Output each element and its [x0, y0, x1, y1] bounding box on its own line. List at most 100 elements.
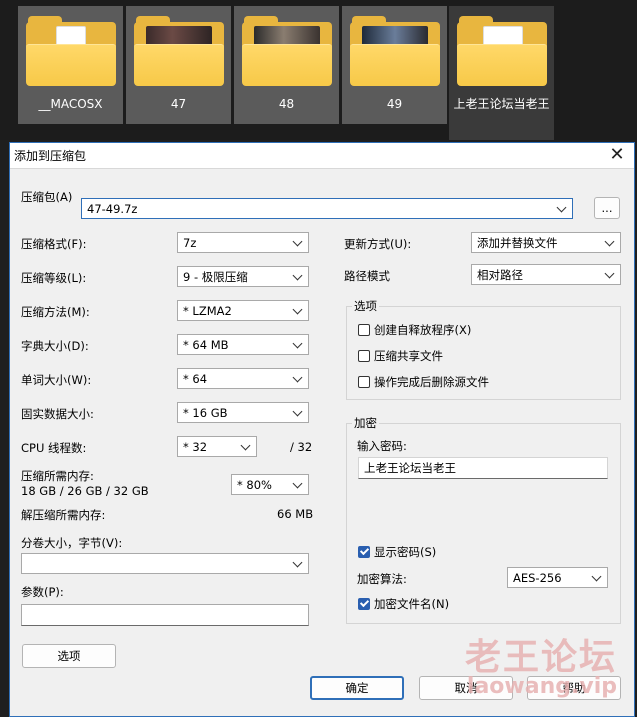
- folder-with-image-icon: [456, 16, 547, 88]
- archive-name-value: 47-49.7z: [87, 201, 138, 216]
- folder-label: 上老王论坛当老王: [453, 97, 550, 111]
- params-input[interactable]: [21, 604, 309, 626]
- checkbox-icon: [358, 324, 370, 336]
- file-explorer-view: __MACOSX 47 48 49 上老王论坛当老王: [0, 0, 637, 140]
- threads-label: CPU 线程数:: [21, 441, 87, 455]
- level-label: 压缩等级(L):: [21, 271, 87, 285]
- delete-label: 操作完成后删除源文件: [374, 375, 489, 389]
- enc-names-label: 加密文件名(N): [374, 597, 450, 611]
- volume-label: 分卷大小，字节(V):: [21, 536, 123, 550]
- chevron-down-icon: [592, 571, 602, 583]
- chevron-down-icon: [557, 202, 567, 214]
- folder-49[interactable]: 49: [342, 6, 447, 124]
- folder-macosx[interactable]: __MACOSX: [18, 6, 123, 124]
- folder-label: 48: [278, 97, 295, 111]
- method-label: 压缩方法(M):: [21, 305, 90, 319]
- update-select[interactable]: 添加并替换文件: [471, 232, 621, 253]
- enc-names-checkbox[interactable]: 加密文件名(N): [358, 596, 449, 612]
- chevron-down-icon: [293, 478, 303, 490]
- chevron-down-icon: [293, 372, 303, 384]
- path-select[interactable]: 相对路径: [471, 264, 621, 285]
- word-select[interactable]: * 64: [177, 368, 309, 389]
- show-password-checkbox[interactable]: 显示密码(S): [358, 544, 436, 560]
- solid-select[interactable]: * 16 GB: [177, 402, 309, 423]
- archive-label: 压缩包(A): [21, 190, 73, 204]
- dict-value: * 64 MB: [183, 337, 229, 352]
- archive-name-combo[interactable]: 47-49.7z: [81, 198, 573, 219]
- chevron-down-icon: [293, 338, 303, 350]
- mem-percent-value: * 80%: [237, 477, 272, 492]
- decomp-label: 解压缩所需内存:: [21, 508, 106, 522]
- method-value: * LZMA2: [183, 303, 232, 318]
- mem-detail: 18 GB / 26 GB / 32 GB: [21, 484, 149, 498]
- chevron-down-icon: [293, 304, 303, 316]
- sfx-checkbox[interactable]: 创建自释放程序(X): [358, 322, 471, 338]
- word-label: 单词大小(W):: [21, 373, 92, 387]
- enc-method-value: AES-256: [513, 570, 562, 585]
- dialog-titlebar[interactable]: 添加到压缩包: [10, 143, 634, 169]
- path-label: 路径模式: [344, 269, 390, 283]
- chevron-down-icon: [241, 440, 251, 452]
- close-icon[interactable]: ✕: [608, 146, 626, 164]
- dict-select[interactable]: * 64 MB: [177, 334, 309, 355]
- checkbox-icon: [358, 598, 370, 610]
- password-input[interactable]: 上老王论坛当老王: [358, 457, 608, 479]
- chevron-down-icon: [293, 406, 303, 418]
- shared-label: 压缩共享文件: [374, 349, 443, 363]
- folder-with-photos-icon: [241, 16, 332, 88]
- chevron-down-icon: [293, 236, 303, 248]
- params-label: 参数(P):: [21, 585, 64, 599]
- format-label: 压缩格式(F):: [21, 237, 87, 251]
- folder-47[interactable]: 47: [126, 6, 231, 124]
- update-value: 添加并替换文件: [477, 235, 558, 250]
- solid-value: * 16 GB: [183, 405, 228, 420]
- format-value: 7z: [183, 235, 197, 250]
- dict-label: 字典大小(D):: [21, 339, 89, 353]
- threads-select[interactable]: * 32: [177, 436, 257, 457]
- watermark-url: laowang.vip: [466, 674, 617, 699]
- decomp-value: 66 MB: [277, 507, 314, 521]
- watermark: 老王论坛 laowang.vip: [465, 628, 617, 699]
- chevron-down-icon: [605, 268, 615, 280]
- options-button[interactable]: 选项: [22, 644, 116, 668]
- method-select[interactable]: * LZMA2: [177, 300, 309, 321]
- folder-48[interactable]: 48: [234, 6, 339, 124]
- show-password-label: 显示密码(S): [374, 545, 437, 559]
- enc-method-label: 加密算法:: [357, 572, 407, 586]
- watermark-text: 老王论坛: [464, 637, 617, 678]
- folder-with-photos-icon: [349, 16, 440, 88]
- format-select[interactable]: 7z: [177, 232, 309, 253]
- options-group-title: 选项: [352, 298, 379, 314]
- checkbox-icon: [358, 350, 370, 362]
- folder-laowang[interactable]: 上老王论坛当老王: [449, 6, 554, 140]
- encryption-group-title: 加密: [352, 415, 379, 431]
- browse-button[interactable]: ...: [594, 197, 620, 219]
- level-value: 9 - 极限压缩: [183, 269, 248, 284]
- dialog-title: 添加到压缩包: [14, 149, 87, 163]
- password-label: 输入密码:: [357, 439, 407, 453]
- checkbox-icon: [358, 546, 370, 558]
- level-select[interactable]: 9 - 极限压缩: [177, 266, 309, 287]
- update-label: 更新方式(U):: [344, 237, 412, 251]
- delete-checkbox[interactable]: 操作完成后删除源文件: [358, 374, 489, 390]
- folder-with-photos-icon: [133, 16, 224, 88]
- chevron-down-icon: [293, 557, 303, 569]
- checkbox-icon: [358, 376, 370, 388]
- mem-percent-select[interactable]: * 80%: [231, 474, 309, 495]
- folder-label: 47: [170, 97, 187, 111]
- enc-method-select[interactable]: AES-256: [507, 567, 608, 588]
- chevron-down-icon: [293, 270, 303, 282]
- solid-label: 固实数据大小:: [21, 407, 94, 421]
- mem-label: 压缩所需内存:: [21, 469, 94, 483]
- threads-max: / 32: [290, 440, 313, 454]
- folder-label: 49: [386, 97, 403, 111]
- sfx-label: 创建自释放程序(X): [374, 323, 472, 337]
- ok-button[interactable]: 确定: [310, 676, 404, 700]
- shared-checkbox[interactable]: 压缩共享文件: [358, 348, 443, 364]
- chevron-down-icon: [605, 236, 615, 248]
- folder-with-document-icon: [25, 16, 116, 88]
- folder-label: __MACOSX: [38, 97, 103, 111]
- word-value: * 64: [183, 371, 208, 386]
- volume-combo[interactable]: [21, 553, 309, 574]
- threads-value: * 32: [183, 439, 208, 454]
